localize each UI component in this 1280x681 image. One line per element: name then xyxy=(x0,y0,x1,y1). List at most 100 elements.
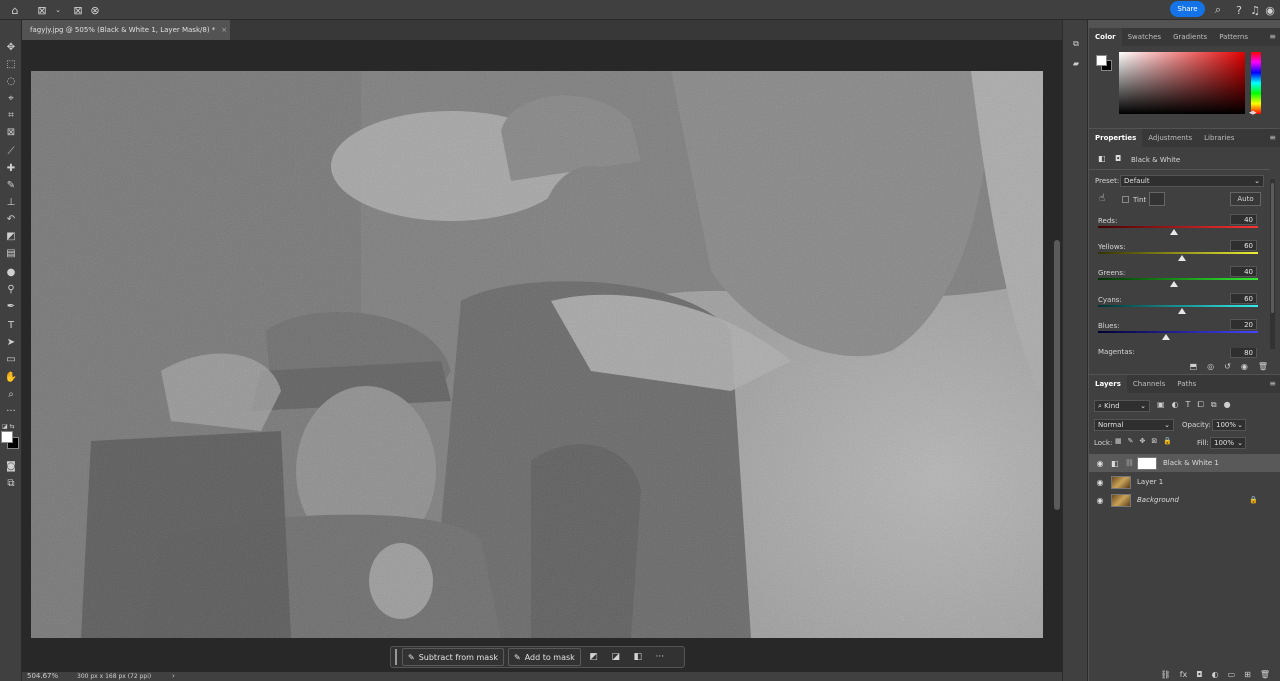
add-to-mask-button[interactable]: ✎ Add to mask xyxy=(508,648,581,666)
chevron-right-icon[interactable]: › xyxy=(172,672,175,680)
tab-color[interactable]: Color xyxy=(1089,28,1122,46)
tab-gradients[interactable]: Gradients xyxy=(1167,28,1213,46)
tab-libraries[interactable]: Libraries xyxy=(1198,129,1240,147)
history-panel-icon[interactable]: ⧉ xyxy=(1070,38,1082,50)
add-mask-icon[interactable]: ◘ xyxy=(1196,670,1202,679)
pen-tool-icon[interactable]: ✒ xyxy=(3,299,19,314)
slider-value-field[interactable]: 20 xyxy=(1230,319,1257,330)
color-field[interactable] xyxy=(1119,52,1245,114)
hue-marker-icon[interactable]: ◀▶ xyxy=(1249,110,1257,116)
lasso-tool-icon[interactable]: ◌ xyxy=(3,74,19,89)
healing-brush-icon[interactable]: ✚ xyxy=(3,161,19,176)
search-icon[interactable]: ⌕ xyxy=(1210,2,1226,18)
layer-row[interactable]: ◉ Background 🔒 xyxy=(1089,491,1280,509)
close-icon[interactable]: × xyxy=(221,26,227,34)
document-tab[interactable]: fagyjy.jpg @ 505% (Black & White 1, Laye… xyxy=(22,20,230,40)
path-select-icon[interactable]: ➤ xyxy=(3,335,19,350)
tab-patterns[interactable]: Patterns xyxy=(1213,28,1254,46)
lock-all-icon[interactable]: 🔒 xyxy=(1163,437,1172,445)
mask-icon[interactable]: ◘ xyxy=(1115,154,1121,163)
new-adjustment-icon[interactable]: ◐ xyxy=(1212,670,1219,679)
opacity-field[interactable]: 100% ⌄ xyxy=(1212,419,1246,431)
lock-artboard-icon[interactable]: ⊠ xyxy=(1151,437,1157,445)
foreground-color-swatch[interactable] xyxy=(1,431,13,443)
panel-menu-icon[interactable]: ≡ xyxy=(1269,379,1276,388)
slider-value-field[interactable]: 40 xyxy=(1230,214,1257,225)
reset-colors-icon[interactable]: ◪ ⇆ xyxy=(2,423,15,430)
visibility-eye-icon[interactable]: ◉ xyxy=(1089,478,1111,487)
trash-icon[interactable]: 🗑 xyxy=(1258,362,1268,371)
fill-field[interactable]: 100% ⌄ xyxy=(1210,437,1246,449)
history-brush-icon[interactable]: ↶ xyxy=(3,212,19,227)
bell-icon[interactable]: ♫ xyxy=(1247,2,1263,18)
adjustment-filter-icon[interactable]: ◐ xyxy=(1172,400,1179,410)
frame-tool-icon[interactable]: ⊠ xyxy=(34,2,50,18)
more-options-icon[interactable]: ··· xyxy=(651,648,669,666)
tab-swatches[interactable]: Swatches xyxy=(1122,28,1167,46)
new-layer-icon[interactable]: ⊞ xyxy=(1244,670,1251,679)
shape-filter-icon[interactable]: ⧠ xyxy=(1197,400,1203,410)
tab-properties[interactable]: Properties xyxy=(1089,129,1143,147)
zoom-tool-icon[interactable]: ⌕ xyxy=(3,387,19,402)
smart-object-filter-icon[interactable]: ⧉ xyxy=(1211,400,1217,410)
tab-adjustments[interactable]: Adjustments xyxy=(1142,129,1198,147)
tint-color-swatch[interactable] xyxy=(1149,192,1165,206)
pixel-filter-icon[interactable]: ▣ xyxy=(1157,400,1165,410)
screen-mode-icon[interactable]: ⧉ xyxy=(3,476,19,491)
layer-mask-thumbnail[interactable] xyxy=(1137,456,1157,470)
view-previous-icon[interactable]: ◎ xyxy=(1207,362,1214,371)
tab-layers[interactable]: Layers xyxy=(1089,375,1127,393)
filter-toggle-icon[interactable]: ● xyxy=(1224,400,1231,410)
stamp-tool-icon[interactable]: ⊥ xyxy=(3,195,19,210)
slider-track[interactable] xyxy=(1098,226,1258,228)
link-layers-icon[interactable]: ⛓ xyxy=(1161,670,1171,679)
lock-transparent-icon[interactable]: ▦ xyxy=(1115,437,1122,445)
frame-rect-icon[interactable]: ⊠ xyxy=(70,2,86,18)
type-tool-icon[interactable]: T xyxy=(3,318,19,333)
hand-tool-icon[interactable]: ✋ xyxy=(3,370,19,385)
hue-slider[interactable] xyxy=(1251,52,1261,114)
frame-tool-icon[interactable]: ⊠ xyxy=(3,125,19,140)
slider-track[interactable] xyxy=(1098,305,1258,307)
reset-icon[interactable]: ↺ xyxy=(1224,362,1231,371)
clip-to-layer-icon[interactable]: ⬒ xyxy=(1190,362,1198,371)
mask-select-icon[interactable]: ◪ xyxy=(607,648,625,666)
dodge-tool-icon[interactable]: ⚲ xyxy=(3,282,19,297)
mask-invert-icon[interactable]: ◩ xyxy=(585,648,603,666)
layer-row[interactable]: ◉ ◧ ⛓ Black & White 1 xyxy=(1089,454,1280,472)
panel-menu-icon[interactable]: ≡ xyxy=(1269,32,1276,41)
slider-track[interactable] xyxy=(1098,252,1258,254)
slider-thumb[interactable] xyxy=(1162,334,1170,340)
zoom-level[interactable]: 504.67% xyxy=(27,672,58,680)
document-image[interactable] xyxy=(31,71,1043,638)
more-tools-icon[interactable]: ··· xyxy=(3,404,19,419)
chevron-down-icon[interactable]: ⌄ xyxy=(50,2,66,18)
slider-track[interactable] xyxy=(1098,278,1258,280)
visibility-eye-icon[interactable]: ◉ xyxy=(1089,496,1111,505)
auto-button[interactable]: Auto xyxy=(1230,192,1261,206)
tint-checkbox[interactable] xyxy=(1122,196,1129,203)
quick-select-tool-icon[interactable]: ⌖ xyxy=(3,91,19,106)
chain-link-icon[interactable]: ⛓ xyxy=(1125,459,1137,467)
comments-panel-icon[interactable]: ▰ xyxy=(1070,57,1082,69)
trash-icon[interactable]: 🗑 xyxy=(1260,670,1270,679)
gradient-tool-icon[interactable]: ▤ xyxy=(3,246,19,261)
drag-handle[interactable] xyxy=(395,649,398,665)
help-icon[interactable]: ? xyxy=(1231,2,1247,18)
scrollbar-thumb[interactable] xyxy=(1271,183,1274,313)
blur-tool-icon[interactable]: ● xyxy=(3,265,19,280)
visibility-eye-icon[interactable]: ◉ xyxy=(1241,362,1248,371)
crop-tool-icon[interactable]: ⌗ xyxy=(3,108,19,123)
subtract-from-mask-button[interactable]: ✎ Subtract from mask xyxy=(402,648,504,666)
brush-tool-icon[interactable]: ✎ xyxy=(3,178,19,193)
foreground-swatch[interactable] xyxy=(1096,55,1107,66)
lock-position-icon[interactable]: ✥ xyxy=(1140,437,1146,445)
marquee-tool-icon[interactable]: ⬚ xyxy=(3,57,19,72)
slider-thumb[interactable] xyxy=(1170,281,1178,287)
slider-value-field[interactable]: 60 xyxy=(1230,240,1257,251)
properties-scrollbar[interactable] xyxy=(1270,179,1275,349)
frame-ellipse-icon[interactable]: ⊗ xyxy=(87,2,103,18)
eraser-tool-icon[interactable]: ◩ xyxy=(3,229,19,244)
share-button[interactable]: Share xyxy=(1170,1,1205,17)
move-tool-icon[interactable]: ✥ xyxy=(3,40,19,55)
